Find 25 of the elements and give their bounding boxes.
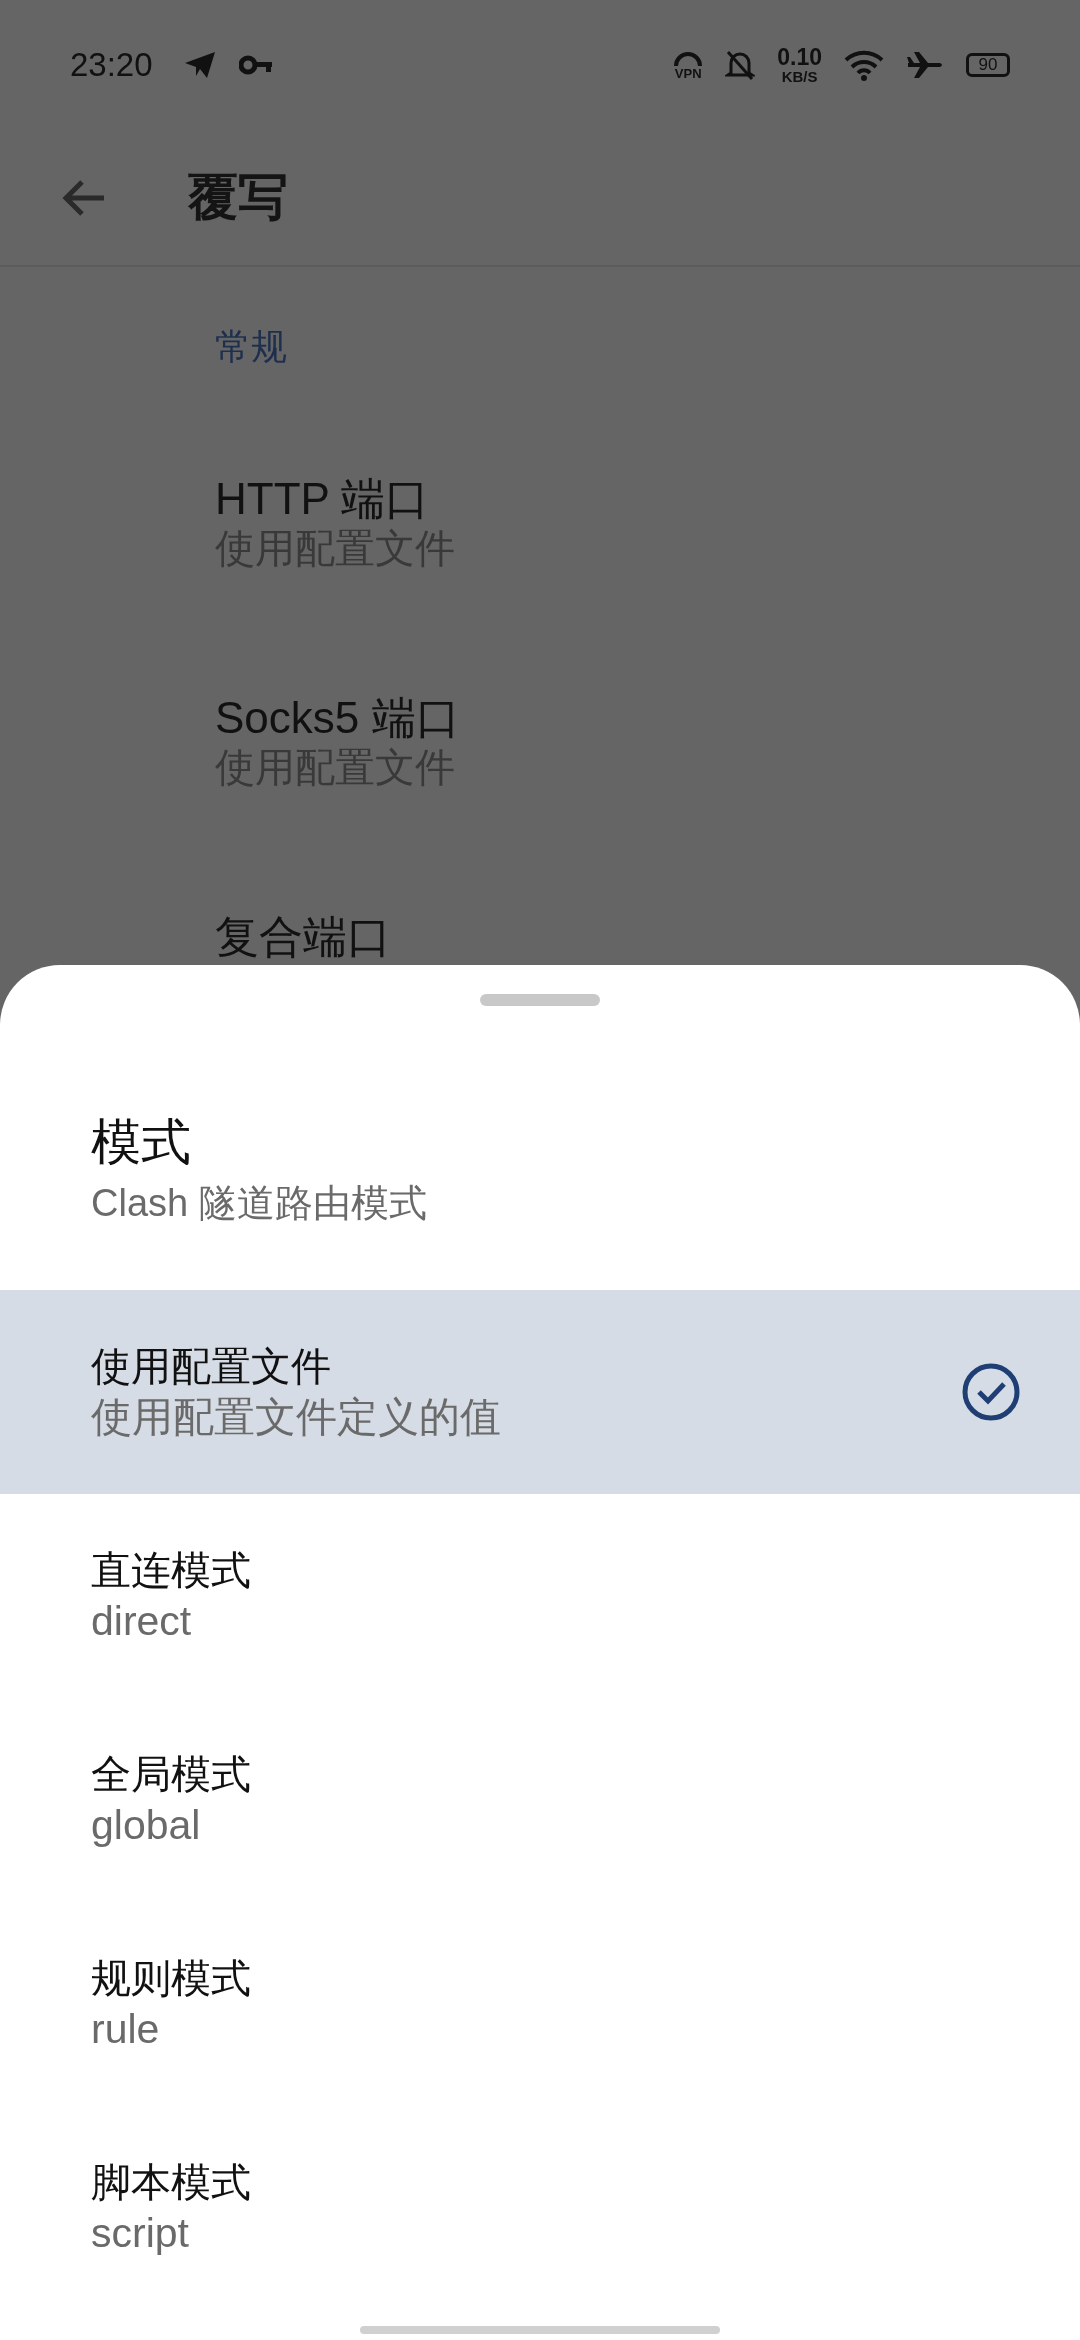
- key-icon: [238, 55, 273, 75]
- battery-indicator: 90: [966, 53, 1010, 77]
- page-title: 覆写: [188, 168, 288, 227]
- option-title: 使用配置文件: [91, 1343, 331, 1390]
- section-header: 常规: [215, 325, 288, 369]
- vpn-indicator: VPN: [673, 50, 704, 80]
- option-title: 规则模式: [91, 1955, 251, 2002]
- option-title: 脚本模式: [91, 2159, 251, 2206]
- status-time: 23:20: [70, 46, 153, 84]
- sheet-subtitle: Clash 隧道路由模式: [91, 1181, 427, 1226]
- option-title: 直连模式: [91, 1547, 251, 1594]
- sheet-title: 模式: [91, 1113, 191, 1172]
- option-title: 全局模式: [91, 1751, 251, 1798]
- mode-option[interactable]: 使用配置文件 使用配置文件定义的值: [0, 1290, 1080, 1494]
- option-description: script: [91, 2209, 189, 2258]
- option-description: rule: [91, 2005, 160, 2054]
- wifi-icon: [844, 49, 884, 81]
- network-speed: 0.10 KB/S: [777, 46, 822, 84]
- option-description: direct: [91, 1597, 192, 1646]
- check-circle-icon: [962, 1363, 1020, 1421]
- airplane-icon: [906, 50, 944, 80]
- bell-off-icon: [725, 49, 756, 81]
- option-description: 使用配置文件定义的值: [91, 1393, 501, 1442]
- option-description: global: [91, 1801, 201, 1850]
- drag-handle[interactable]: [480, 994, 600, 1006]
